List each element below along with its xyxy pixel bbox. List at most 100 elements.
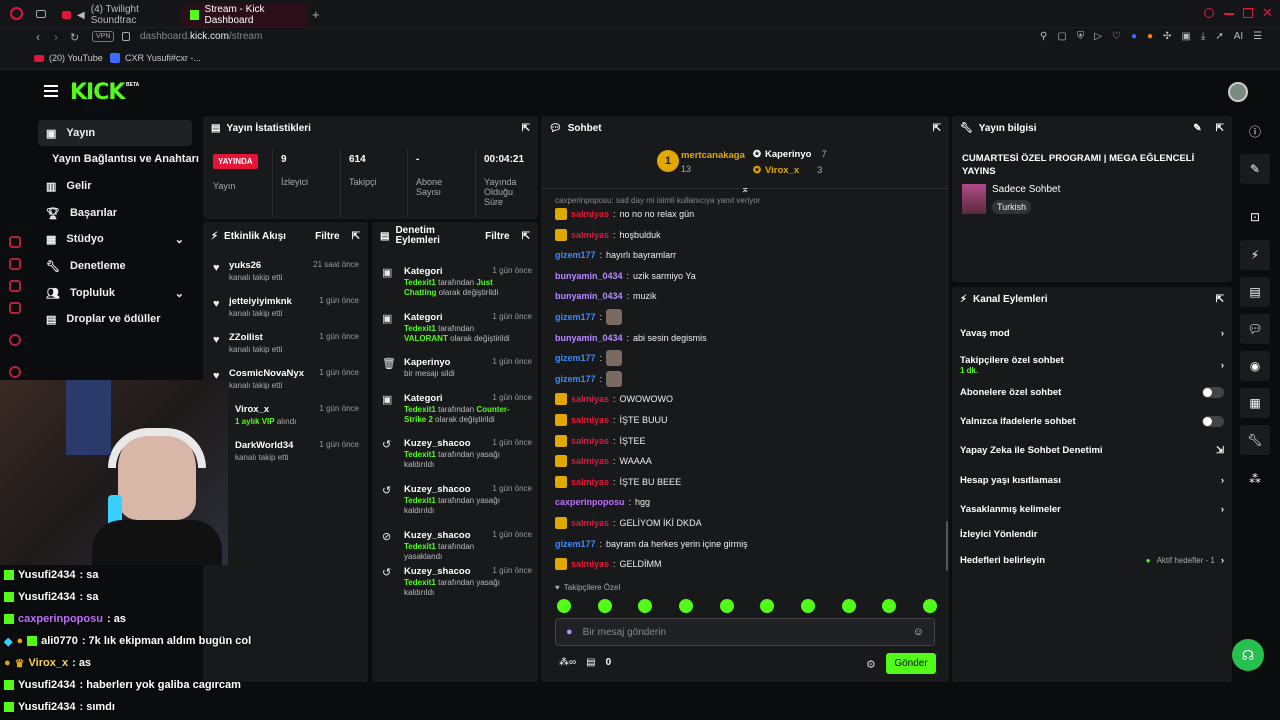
emote[interactable]	[800, 599, 815, 613]
emote[interactable]	[922, 599, 937, 613]
chat-username[interactable]: salmiyas	[571, 415, 609, 425]
emote[interactable]	[841, 599, 856, 613]
maximize-button[interactable]	[1243, 8, 1253, 18]
popout-icon[interactable]: ⇱	[522, 123, 530, 134]
edit-icon[interactable]: ✎	[1193, 123, 1201, 134]
chat-username[interactable]: salmiyas	[571, 230, 609, 240]
chat-username[interactable]: salmiyas	[571, 436, 609, 446]
filter-button[interactable]: Filtre	[485, 231, 509, 242]
chat-icon[interactable]: 💬︎	[1240, 314, 1270, 344]
pin-toggle-icon[interactable]: ⌅	[741, 184, 749, 195]
chat-message[interactable]: gizem177: hayırlı bayramlarr	[555, 246, 935, 264]
layout-icon[interactable]: ▦	[1240, 388, 1270, 418]
info-icon[interactable]: ⓘ	[1240, 116, 1270, 146]
opera-logo-icon[interactable]	[10, 7, 23, 20]
emote[interactable]	[597, 599, 612, 613]
sidebar-app-icon[interactable]	[9, 334, 21, 346]
emote[interactable]	[760, 599, 775, 613]
chat-input[interactable]: ● Bir mesaj gönderin ☺	[555, 618, 935, 646]
nav-item-topluluk[interactable]: 👥︎ Topluluk ⌄	[38, 280, 192, 306]
nav-item-basarilar[interactable]: 🏆︎ Başarılar	[38, 200, 192, 226]
people-icon[interactable]: ⁂∞	[559, 657, 576, 668]
emote[interactable]	[719, 599, 734, 613]
action-subs-only[interactable]: Abonelere özel sohbet	[960, 380, 1224, 404]
chat-message[interactable]: salmiyas: GELİYOM İKİ DKDA	[555, 514, 935, 532]
chat-message[interactable]: salmiyas: no no no relax gün	[555, 205, 935, 223]
shield-icon[interactable]: ⛨	[1077, 31, 1085, 42]
nav-item-denetleme[interactable]: 🔧︎ Denetleme	[38, 253, 192, 279]
action-ai-moderation[interactable]: Yapay Zeka ile Sohbet Denetimi ⇲	[960, 438, 1224, 462]
chat-message[interactable]: bunyamin_0434: uzik sarmiyo Ya	[555, 267, 935, 285]
popout-icon[interactable]: ⇱	[352, 231, 360, 242]
chat-username[interactable]: bunyamin_0434	[555, 291, 623, 301]
emoji-icon[interactable]: ☺	[913, 626, 924, 638]
menu-icon[interactable]: ☰	[1253, 31, 1262, 42]
action-account-age[interactable]: Hesap yaşı kısıtlaması ›	[960, 468, 1224, 492]
send-button[interactable]: Gönder	[886, 653, 936, 674]
broadcast-icon[interactable]: ◉	[1240, 351, 1270, 381]
chat-username[interactable]: caxperinpoposu	[555, 497, 625, 507]
action-redirect-viewers[interactable]: İzleyici Yönlendir	[960, 522, 1224, 546]
chat-message[interactable]: salmiyas: İŞTEE	[555, 432, 935, 450]
chat-message[interactable]: salmiyas: hoşbulduk	[555, 226, 935, 244]
sidebar-app-icon[interactable]	[9, 258, 21, 270]
language-tag[interactable]: Turkish	[992, 200, 1032, 214]
popout-icon[interactable]: ⇱	[522, 231, 530, 242]
emote[interactable]	[678, 599, 693, 613]
chat-username[interactable]: gizem177	[555, 353, 596, 363]
top-gifter-2[interactable]: ✪ Kaperinyo 7	[753, 149, 827, 160]
chat-username[interactable]: salmiyas	[571, 477, 609, 487]
chat-settings-icon[interactable]: ⚙	[866, 658, 876, 671]
action-slow-mode[interactable]: Yavaş mod ›	[960, 321, 1224, 345]
tab-youtube[interactable]: ◀ (4) Twilight Soundtrac	[54, 3, 178, 27]
chat-message[interactable]: caxperinpoposu: hgg	[555, 493, 935, 511]
nav-item-droplar[interactable]: ▤ Droplar ve ödüller	[38, 306, 192, 332]
new-tab-button[interactable]: +	[312, 7, 320, 22]
sidebar-app-icon[interactable]	[9, 302, 21, 314]
download-icon[interactable]: ⤓	[1201, 31, 1205, 42]
kick-logo[interactable]: KICK	[70, 80, 125, 105]
support-headset-icon[interactable]: ☊	[1232, 639, 1264, 671]
ai-button[interactable]: AI	[1234, 31, 1243, 42]
chat-username[interactable]: bunyamin_0434	[555, 271, 623, 281]
action-emotes-only[interactable]: Yalnızca ifadelerle sohbet	[960, 409, 1224, 433]
category-thumbnail[interactable]	[962, 184, 986, 214]
chat-username[interactable]: salmiyas	[571, 456, 609, 466]
pin-icon[interactable]: ⚲	[1040, 31, 1047, 42]
nav-item-stream-key[interactable]: Yayın Bağlantısı ve Anahtarı	[44, 146, 224, 172]
action-set-goals[interactable]: Hedefleri belirleyin ● Aktif hedefler - 1 ›	[960, 548, 1224, 572]
edit-icon[interactable]: ✎	[1240, 154, 1270, 184]
heart-icon[interactable]: ♡	[1112, 31, 1121, 42]
bookmark-cxr[interactable]: CXR Yusufi#cxr -...	[110, 53, 201, 63]
search-tabs-icon[interactable]	[1204, 8, 1214, 18]
toggle-switch[interactable]	[1202, 386, 1224, 398]
chat-message[interactable]: salmiyas: WAAAA	[555, 452, 935, 470]
chat-username[interactable]: gizem177	[555, 539, 596, 549]
url-field[interactable]: dashboard. kick.com/stream	[140, 31, 262, 42]
vpn-badge[interactable]: VPN	[92, 31, 115, 42]
emote[interactable]	[882, 599, 897, 613]
chat-message[interactable]: gizem177:	[555, 370, 935, 388]
top-gifter-name[interactable]: mertcanakaga	[681, 150, 745, 161]
chat-message[interactable]: salmiyas: GELDİMM	[555, 555, 935, 573]
hamburger-menu-icon[interactable]	[44, 85, 58, 97]
microphone-icon[interactable]: ●	[566, 626, 573, 638]
play-icon[interactable]: ▷	[1094, 31, 1102, 42]
chat-username[interactable]: salmiyas	[571, 518, 609, 528]
chat-message[interactable]: gizem177:	[555, 349, 935, 367]
chat-username[interactable]: bunyamin_0434	[555, 333, 623, 343]
popout-icon[interactable]: ⇱	[933, 123, 941, 134]
emote[interactable]	[557, 599, 571, 613]
bolt-icon[interactable]: ⚡︎	[1240, 240, 1270, 270]
users-icon[interactable]: ⁂	[1240, 464, 1270, 494]
chat-scrollbar[interactable]	[946, 521, 948, 571]
chat-username[interactable]: gizem177	[555, 250, 596, 260]
snapshot-icon[interactable]: ▢	[1057, 31, 1066, 42]
chat-username[interactable]: salmiyas	[571, 394, 609, 404]
document-icon[interactable]: ▤	[1240, 277, 1270, 307]
chat-username[interactable]: salmiyas	[571, 559, 609, 569]
tab-kick-dashboard[interactable]: Stream - Kick Dashboard	[182, 3, 308, 27]
capture-icon[interactable]: ⊡	[1240, 202, 1270, 232]
nav-item-studyo[interactable]: ▦ Stüdyo ⌄	[38, 226, 192, 252]
chat-message[interactable]: salmiyas: OWOWOWO	[555, 390, 935, 408]
